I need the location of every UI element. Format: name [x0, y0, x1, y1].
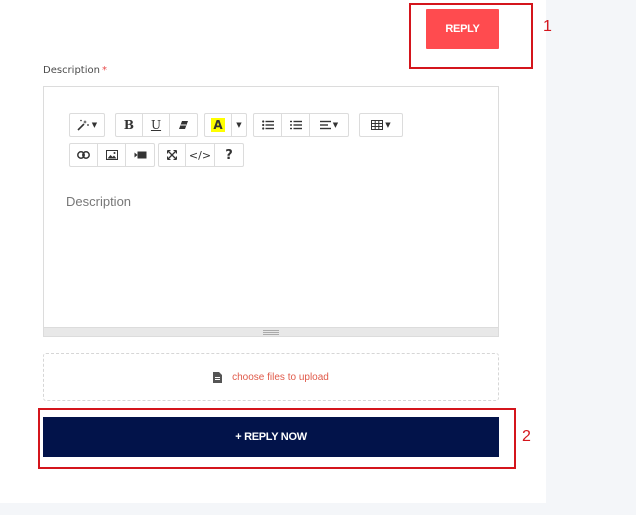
chevron-down-icon: ▼ — [236, 121, 242, 129]
description-label-text: Description — [43, 65, 100, 76]
annotation-number-1: 1 — [543, 18, 552, 35]
toolbar-color-group: A ▼ — [204, 113, 247, 137]
reply-button[interactable]: REPLY — [426, 9, 499, 49]
picture-icon — [105, 150, 118, 160]
code-view-icon: </> — [188, 148, 212, 162]
toolbar-style-group: ▼ — [69, 113, 105, 137]
video-icon — [134, 151, 147, 159]
reply-form-card: REPLY Description * ▼ B U A ▼ ▼ ▼ </> ? … — [0, 0, 546, 503]
file-upload-dropzone[interactable]: choose files to upload — [43, 353, 499, 401]
ordered-list-icon — [289, 120, 302, 130]
eraser-icon — [178, 120, 189, 130]
font-color-button[interactable]: A — [205, 114, 232, 136]
editor-placeholder[interactable]: Description — [66, 194, 131, 209]
bold-icon: B — [123, 118, 135, 132]
unordered-list-button[interactable] — [254, 114, 282, 136]
toolbar-view-group: </> ? — [158, 143, 244, 167]
ordered-list-button[interactable] — [282, 114, 310, 136]
picture-button[interactable] — [98, 144, 126, 166]
font-color-icon: A — [211, 118, 225, 132]
rich-text-editor: ▼ B U A ▼ ▼ ▼ </> ? Description — [43, 86, 499, 337]
magic-icon — [77, 119, 90, 131]
editor-resize-handle[interactable] — [44, 327, 498, 336]
table-dropdown-button[interactable]: ▼ — [360, 114, 402, 136]
file-icon — [213, 368, 223, 387]
chevron-down-icon: ▼ — [91, 121, 98, 129]
clear-format-button[interactable] — [170, 114, 197, 136]
help-button[interactable]: ? — [215, 144, 243, 166]
underline-button[interactable]: U — [143, 114, 170, 136]
toolbar-format-group: B U — [115, 113, 198, 137]
unordered-list-icon — [261, 120, 274, 130]
annotation-number-2: 2 — [522, 428, 531, 445]
toolbar-table-group: ▼ — [359, 113, 403, 137]
chevron-down-icon: ▼ — [332, 121, 339, 129]
required-mark: * — [101, 65, 107, 76]
align-icon — [319, 120, 331, 130]
bold-button[interactable]: B — [116, 114, 143, 136]
color-dropdown-button[interactable]: ▼ — [232, 114, 246, 136]
fullscreen-icon — [167, 150, 177, 160]
upload-link-text[interactable]: choose files to upload — [232, 372, 329, 383]
description-label: Description * — [43, 65, 107, 76]
reply-now-button[interactable]: + REPLY NOW — [43, 417, 499, 457]
chevron-down-icon: ▼ — [385, 121, 391, 129]
fullscreen-button[interactable] — [159, 144, 186, 166]
link-button[interactable] — [70, 144, 98, 166]
toolbar-paragraph-group: ▼ — [253, 113, 349, 137]
underline-icon: U — [150, 118, 162, 132]
table-icon — [371, 120, 384, 130]
style-dropdown-button[interactable]: ▼ — [70, 114, 104, 136]
align-dropdown-button[interactable]: ▼ — [310, 114, 348, 136]
grip-icon — [263, 329, 279, 335]
help-icon: ? — [225, 147, 233, 163]
code-view-button[interactable]: </> — [186, 144, 215, 166]
video-button[interactable] — [126, 144, 154, 166]
toolbar-insert-group — [69, 143, 155, 167]
link-icon — [77, 151, 90, 159]
